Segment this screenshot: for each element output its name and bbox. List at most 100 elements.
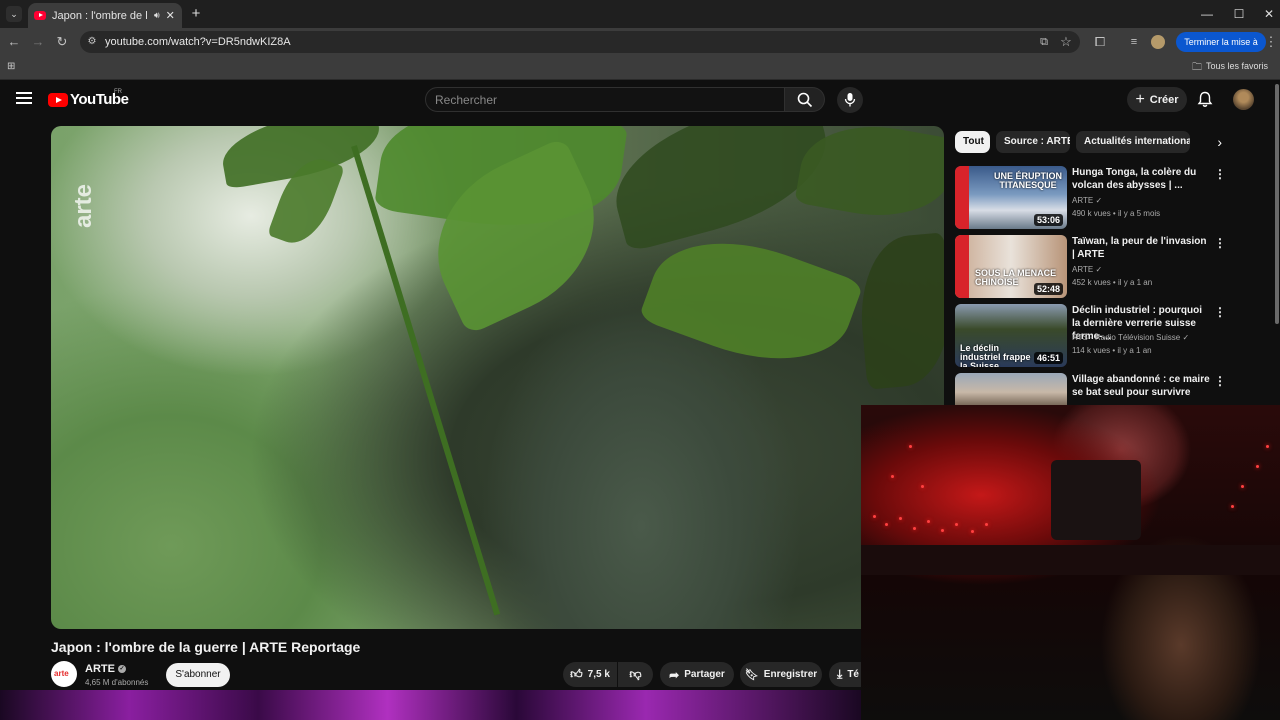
video-duration: 52:48 <box>1033 283 1063 295</box>
bookmark-star-icon[interactable]: ☆ <box>1056 33 1076 51</box>
more-options-icon[interactable]: ⋮ <box>1214 236 1226 250</box>
reload-icon[interactable]: ↻ <box>52 33 72 51</box>
all-bookmarks-link[interactable]: Tous les favoris <box>1206 61 1268 71</box>
reading-list-icon[interactable]: ≡ <box>1124 33 1144 51</box>
recommendation-item[interactable]: Le déclin industriel frappe la Suisse 46… <box>955 304 1067 367</box>
subscriber-count: 4,65 M d'abonnés <box>85 678 149 687</box>
microphone-icon <box>844 93 856 107</box>
arte-watermark: arte <box>70 183 97 228</box>
url-text[interactable]: youtube.com/watch?v=DR5ndwKIZ8A <box>105 36 291 48</box>
share-label: Partager <box>684 669 725 680</box>
download-icon: ⤓ <box>837 667 843 681</box>
recommendation-channel[interactable]: ARTE ✓ <box>1072 196 1102 205</box>
video-duration: 53:06 <box>1033 214 1063 226</box>
back-arrow-icon[interactable]: ← <box>4 33 24 51</box>
verified-badge-icon: ✓ <box>1182 333 1190 342</box>
recommendation-thumbnail[interactable]: UNE ÉRUPTION TITANESQUE 53:06 <box>955 166 1067 229</box>
like-button[interactable]: 👍︎ 7,5 k <box>563 662 617 687</box>
tab-title: Japon : l'ombre de la guerre <box>52 9 148 22</box>
more-options-icon[interactable]: ⋮ <box>1214 305 1226 319</box>
notifications-bell-icon[interactable] <box>1197 91 1213 108</box>
extensions-icon[interactable]: ⧠ <box>1090 33 1110 51</box>
recommendation-meta: 452 k vues • il y a 1 an <box>1072 278 1153 287</box>
search-input[interactable] <box>435 92 765 107</box>
recommendation-thumbnail[interactable] <box>955 373 1067 405</box>
create-label: Créer <box>1149 93 1179 106</box>
search-button[interactable] <box>785 87 825 112</box>
share-button[interactable]: ➦ Partager <box>660 662 734 687</box>
minimize-button[interactable]: — <box>1192 4 1222 24</box>
chip-international-news[interactable]: Actualités internationales <box>1076 131 1190 153</box>
more-options-icon[interactable]: ⋮ <box>1214 167 1226 181</box>
thumbnail-text: UNE ÉRUPTION TITANESQUE <box>993 171 1062 190</box>
verified-badge-icon: ✓ <box>1095 196 1103 205</box>
tab-search-icon[interactable]: ⌄ <box>6 6 22 22</box>
download-label: Té <box>847 669 859 680</box>
recommendation-item[interactable] <box>955 373 1067 405</box>
recommendation-channel-text: RTS - Radio Télévision Suisse <box>1072 333 1181 342</box>
recommendation-title[interactable]: Village abandonné : ce maire se bat seul… <box>1072 373 1212 399</box>
save-label: Enregistrer <box>763 669 818 680</box>
country-code: FR <box>114 89 122 95</box>
recommendation-thumbnail[interactable]: Le déclin industriel frappe la Suisse 46… <box>955 304 1067 367</box>
youtube-logo-icon[interactable] <box>48 93 68 107</box>
recommendation-channel[interactable]: RTS - Radio Télévision Suisse ✓ <box>1072 333 1189 342</box>
speaker-icon[interactable]: 🔊︎ <box>154 10 160 21</box>
channel-name-text: ARTE <box>85 663 115 675</box>
profile-avatar-icon[interactable] <box>1151 35 1165 49</box>
video-title: Japon : l'ombre de la guerre | ARTE Repo… <box>51 639 361 655</box>
download-button[interactable]: ⤓ Té <box>829 662 861 687</box>
browser-menu-icon[interactable]: ⋮ <box>1264 33 1278 51</box>
forward-arrow-icon[interactable]: → <box>28 33 48 51</box>
save-button[interactable]: 🔖︎ Enregistrer <box>740 662 822 687</box>
share-icon: ➦ <box>669 667 680 682</box>
bookmark-icon: 🔖︎ <box>744 669 759 681</box>
site-info-icon[interactable]: ⚙ <box>82 33 102 51</box>
recommendation-channel-text: ARTE <box>1072 196 1094 205</box>
recommendation-meta: 114 k vues • il y a 1 an <box>1072 346 1152 355</box>
update-button[interactable]: Terminer la mise à jour <box>1176 32 1266 67</box>
verified-badge-icon: ✓ <box>1095 265 1103 274</box>
subscribe-button[interactable]: S'abonner <box>166 663 230 687</box>
tab-close-icon[interactable]: ✕ <box>166 9 175 22</box>
hamburger-menu-icon[interactable] <box>16 91 32 105</box>
search-icon <box>797 92 813 108</box>
chips-next-arrow-icon[interactable]: › <box>1194 131 1222 153</box>
thumbs-down-icon: 👎︎ <box>629 667 642 681</box>
chip-source-arte[interactable]: Source : ARTE <box>996 131 1070 153</box>
recommendation-item[interactable]: SOUS LA MENACE CHINOISE 52:48 <box>955 235 1067 298</box>
video-player[interactable] <box>51 126 944 629</box>
page-scrollbar[interactable] <box>1275 84 1279 324</box>
new-tab-button[interactable]: + <box>188 5 204 23</box>
youtube-favicon-icon <box>34 11 46 20</box>
create-button[interactable]: + Créer <box>1127 87 1187 112</box>
close-window-button[interactable]: ✕ <box>1254 4 1280 24</box>
apps-grid-icon[interactable]: ⊞ <box>7 61 19 73</box>
video-duration: 46:51 <box>1033 352 1063 364</box>
webcam-overlay <box>861 405 1280 720</box>
channel-name[interactable]: ARTE ✓ <box>85 663 127 675</box>
recommendation-item[interactable]: UNE ÉRUPTION TITANESQUE 53:06 <box>955 166 1067 229</box>
voice-search-button[interactable] <box>837 87 863 113</box>
plus-icon: + <box>1135 90 1145 108</box>
recommendation-title[interactable]: Hunga Tonga, la colère du volcan des aby… <box>1072 166 1212 192</box>
browser-tab[interactable]: Japon : l'ombre de la guerre 🔊︎ ✕ <box>28 3 182 28</box>
bookmarks-bar <box>0 56 1280 80</box>
recommendation-meta: 490 k vues • il y a 5 mois <box>1072 209 1161 218</box>
recommendation-channel-text: ARTE <box>1072 265 1094 274</box>
chip-all[interactable]: Tout <box>955 131 990 153</box>
maximize-button[interactable]: ☐ <box>1224 4 1254 24</box>
recommendation-channel[interactable]: ARTE ✓ <box>1072 265 1102 274</box>
recommendation-thumbnail[interactable]: SOUS LA MENACE CHINOISE 52:48 <box>955 235 1067 298</box>
thumbnail-text: Le déclin industriel frappe la Suisse <box>960 343 1031 368</box>
recommendation-title[interactable]: Taïwan, la peur de l'invasion | ARTE <box>1072 235 1212 261</box>
dislike-button[interactable]: 👎︎ <box>618 662 653 687</box>
channel-avatar[interactable]: arte <box>51 661 77 687</box>
folder-icon: 🗀︎ <box>1192 62 1202 73</box>
install-app-icon[interactable]: ⧉ <box>1034 33 1054 51</box>
like-count: 7,5 k <box>587 669 610 680</box>
thumbs-up-icon: 👍︎ <box>570 667 583 681</box>
user-avatar[interactable] <box>1233 89 1254 110</box>
stream-overlay-banner <box>0 690 861 720</box>
more-options-icon[interactable]: ⋮ <box>1214 374 1226 388</box>
